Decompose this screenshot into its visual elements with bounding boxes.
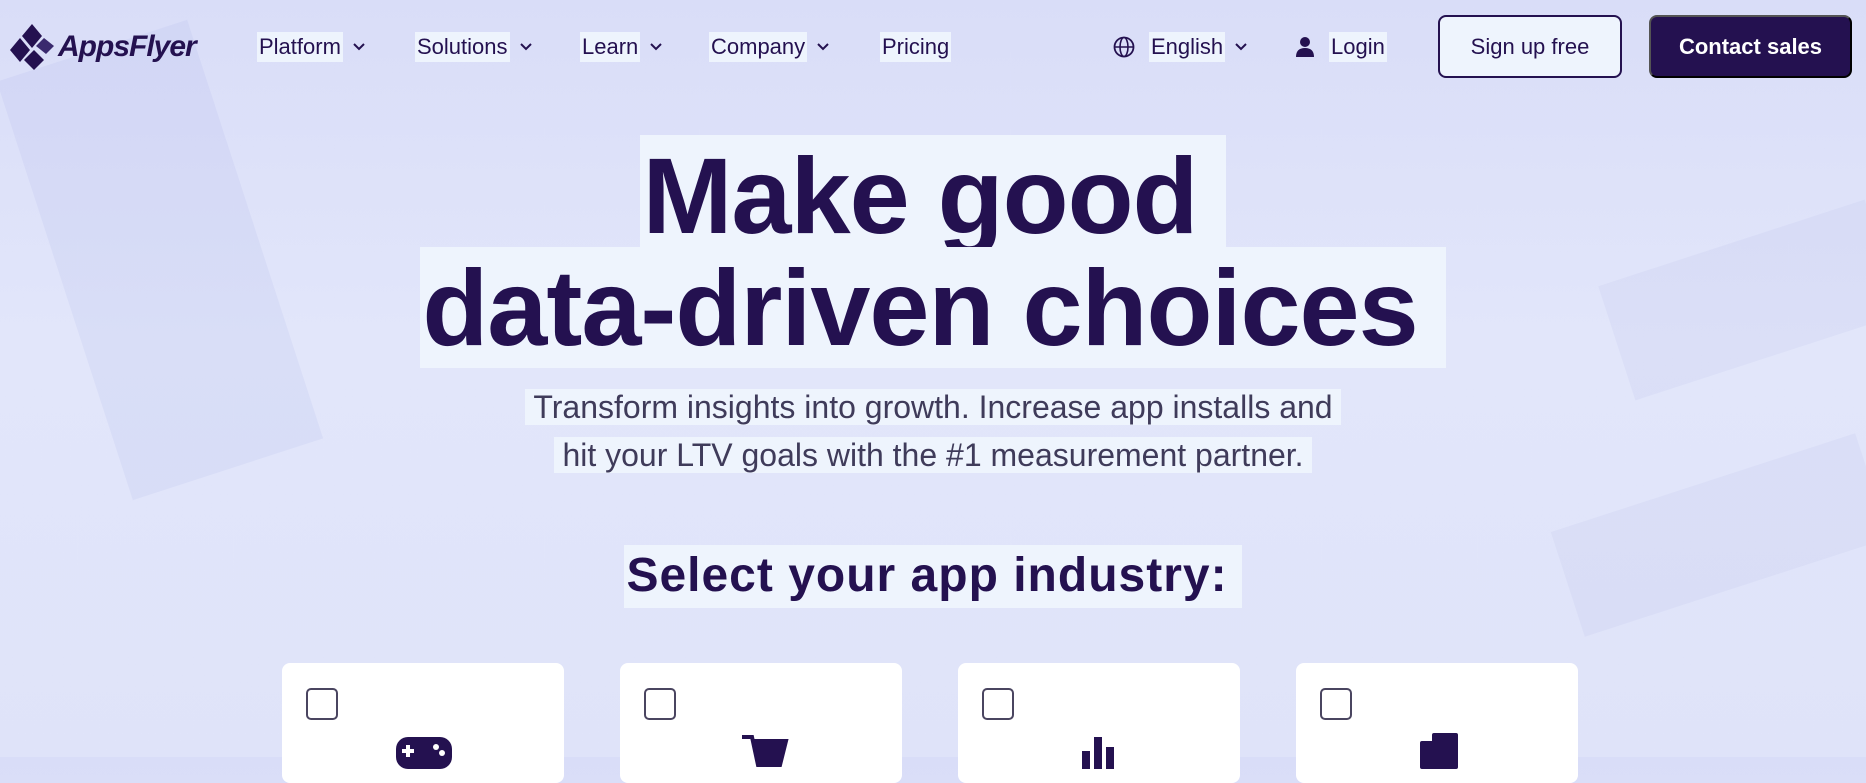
hero-title-line-2: data-driven choices: [0, 247, 1866, 368]
building-icon: [1420, 733, 1458, 769]
nav-item-solutions[interactable]: Solutions: [415, 31, 532, 63]
industry-title-text: Select your app industry:: [624, 545, 1242, 608]
industry-card-finance[interactable]: [958, 663, 1240, 783]
gamepad-icon: [396, 737, 452, 769]
user-icon: [1296, 37, 1314, 57]
nav-item-label: Learn: [580, 32, 641, 62]
chevron-down-icon: [519, 43, 532, 51]
industry-card-shopping[interactable]: [620, 663, 902, 783]
chevron-down-icon: [1235, 43, 1247, 51]
industry-card-utilities[interactable]: [1296, 663, 1578, 783]
shopping-cart-icon: [742, 735, 789, 767]
hero-subtitle-line-2: hit your LTV goals with the #1 measureme…: [0, 431, 1866, 479]
nav-item-label: Pricing: [880, 32, 952, 62]
appsflyer-logo[interactable]: AppsFlyer: [8, 22, 197, 72]
nav-item-label: Company: [709, 32, 808, 62]
login-label: Login: [1329, 32, 1387, 62]
globe-icon: [1113, 36, 1135, 58]
chevron-down-icon: [817, 43, 829, 51]
language-label: English: [1149, 32, 1226, 62]
appsflyer-logo-icon: [10, 24, 54, 70]
nav-item-label: Platform: [257, 32, 343, 62]
hero-title-text: Make good: [640, 135, 1226, 256]
chevron-down-icon: [650, 43, 662, 51]
hero-subtitle-text: hit your LTV goals with the #1 measureme…: [554, 437, 1312, 473]
nav-item-platform[interactable]: Platform: [257, 31, 365, 63]
industry-card-gaming[interactable]: [282, 663, 564, 783]
nav-item-label: Solutions: [415, 32, 510, 62]
language-selector[interactable]: English: [1113, 31, 1247, 63]
top-navigation: AppsFlyer Platform Solutions Learn Compa…: [0, 0, 1866, 94]
industry-checkbox[interactable]: [306, 688, 338, 720]
hero-title-text: data-driven choices: [420, 247, 1446, 368]
nav-item-learn[interactable]: Learn: [580, 31, 662, 63]
industry-section-title: Select your app industry:: [0, 545, 1866, 608]
industry-checkbox[interactable]: [1320, 688, 1352, 720]
hero-title-line-1: Make good: [0, 135, 1866, 256]
contact-sales-button[interactable]: Contact sales: [1649, 15, 1852, 78]
hero-subtitle-line-1: Transform insights into growth. Increase…: [0, 383, 1866, 431]
logo-wordmark: AppsFlyer: [58, 30, 197, 63]
bar-chart-icon: [1082, 737, 1114, 769]
sign-up-button[interactable]: Sign up free: [1438, 15, 1622, 78]
hero-subtitle-text: Transform insights into growth. Increase…: [525, 389, 1341, 425]
login-link[interactable]: Login: [1295, 31, 1387, 63]
nav-item-company[interactable]: Company: [709, 31, 829, 63]
industry-checkbox[interactable]: [982, 688, 1014, 720]
industry-checkbox[interactable]: [644, 688, 676, 720]
nav-item-pricing[interactable]: Pricing: [880, 31, 952, 63]
chevron-down-icon: [353, 43, 365, 51]
